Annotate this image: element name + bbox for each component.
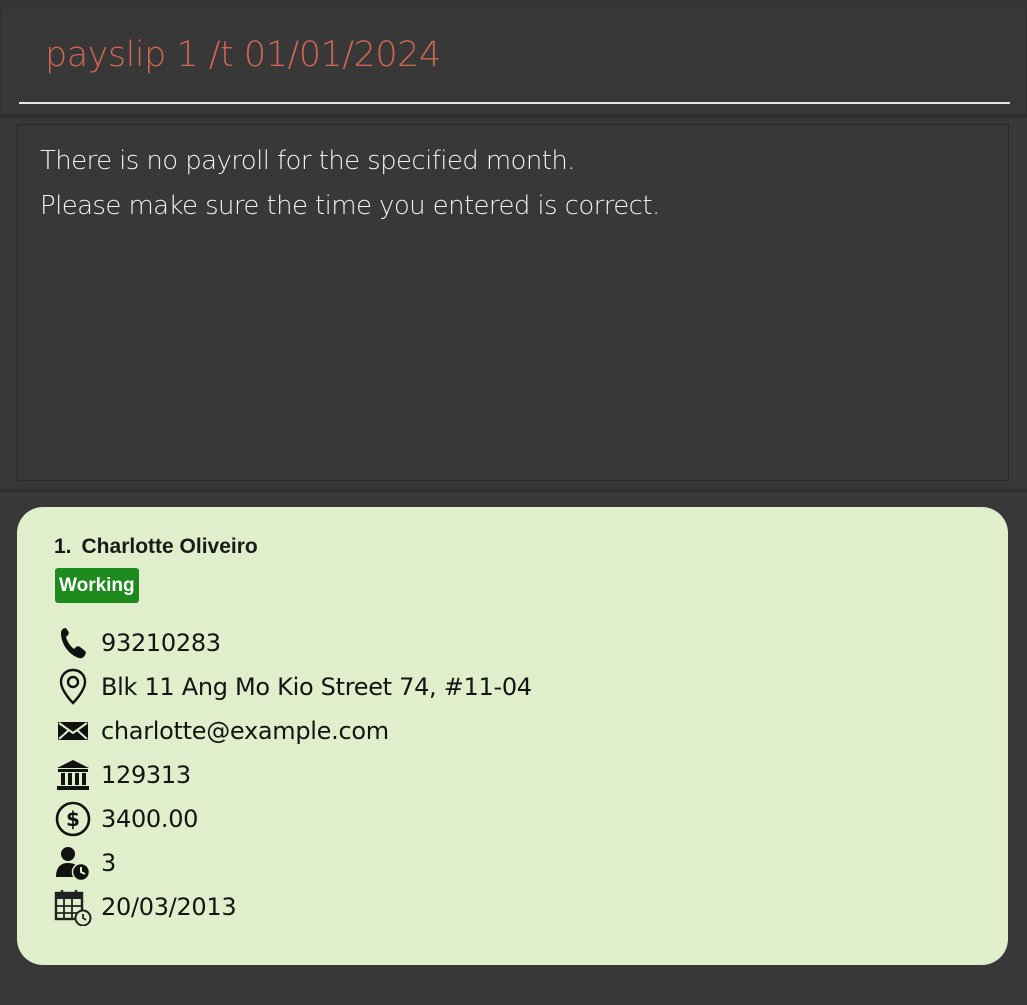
bank-account-row: 129313 bbox=[54, 755, 191, 795]
envelope-icon bbox=[54, 711, 92, 751]
salary-row: $ 3400.00 bbox=[54, 799, 198, 839]
command-box-pane bbox=[0, 9, 1027, 114]
email-row: charlotte@example.com bbox=[54, 711, 389, 751]
app-window: There is no payroll for the specified mo… bbox=[0, 0, 1027, 1005]
result-line: There is no payroll for the specified mo… bbox=[40, 146, 575, 176]
email-value: charlotte@example.com bbox=[101, 717, 389, 745]
dollar-circle-icon: $ bbox=[54, 799, 92, 839]
bank-icon bbox=[54, 755, 92, 795]
bank-account-value: 129313 bbox=[101, 761, 191, 789]
leave-days-value: 3 bbox=[101, 849, 116, 877]
result-line: Please make sure the time you entered is… bbox=[40, 191, 660, 221]
calendar-clock-icon bbox=[54, 887, 92, 927]
start-date-value: 20/03/2013 bbox=[101, 893, 237, 921]
leave-days-row: 3 bbox=[54, 843, 116, 883]
location-pin-icon bbox=[54, 667, 92, 707]
person-index: 1. bbox=[54, 535, 72, 558]
svg-text:$: $ bbox=[66, 807, 80, 831]
pane-divider bbox=[0, 114, 1027, 118]
phone-icon bbox=[54, 623, 92, 663]
person-list-panel: 1. Charlotte Oliveiro Working 93210283 B… bbox=[0, 492, 1027, 1005]
command-input[interactable] bbox=[19, 9, 1010, 104]
result-message: There is no payroll for the specified mo… bbox=[40, 139, 990, 229]
phone-value: 93210283 bbox=[101, 629, 221, 657]
salary-value: 3400.00 bbox=[101, 805, 199, 833]
address-value: Blk 11 Ang Mo Kio Street 74, #11-04 bbox=[101, 673, 532, 701]
person-clock-icon bbox=[54, 843, 92, 883]
start-date-row: 20/03/2013 bbox=[54, 887, 237, 927]
status-badge: Working bbox=[55, 568, 139, 603]
result-display[interactable]: There is no payroll for the specified mo… bbox=[17, 124, 1009, 481]
person-name: Charlotte Oliveiro bbox=[81, 535, 258, 558]
person-card[interactable]: 1. Charlotte Oliveiro Working 93210283 B… bbox=[17, 507, 1008, 965]
phone-row: 93210283 bbox=[54, 623, 221, 663]
person-name-row: 1. Charlotte Oliveiro bbox=[54, 535, 258, 559]
address-row: Blk 11 Ang Mo Kio Street 74, #11-04 bbox=[54, 667, 532, 707]
